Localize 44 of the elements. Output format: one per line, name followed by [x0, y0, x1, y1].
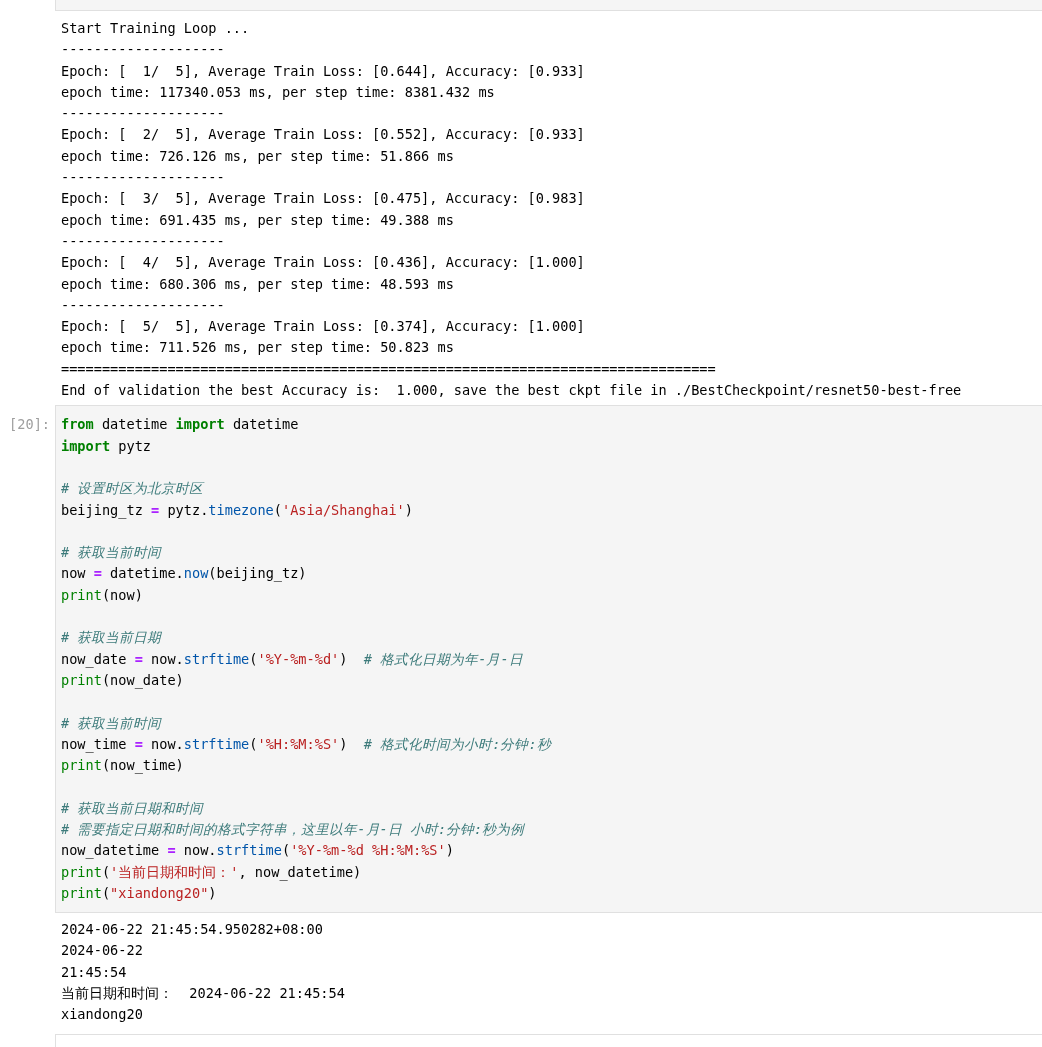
code-line: # 获取当前时间 [61, 543, 163, 563]
output-line: End of validation the best Accuracy is: 1.000, save the best ckpt file in ./BestCheckpoint/resnet50-best-free [61, 381, 963, 401]
output-line: Epoch: [ 2/ 5], Average Train Loss: [0.552], Accuracy: [0.933] [61, 125, 586, 145]
code-line: now_date = now.strftime('%Y-%m-%d') # 格式化日期为年-月-日 [61, 649, 524, 670]
output-line: -------------------- [61, 231, 226, 251]
output-line: 21:45:54 [61, 962, 128, 982]
code-line: import pytz [61, 436, 153, 456]
output-line: epoch time: 726.126 ms, per step time: 51.866 ms [61, 146, 455, 166]
output-line: -------------------- [61, 40, 226, 60]
output-line: epoch time: 711.526 ms, per step time: 50.823 ms [61, 338, 455, 358]
code-line: print(now_time) [61, 756, 185, 776]
code-line: # 获取当前日期和时间 [61, 798, 205, 818]
output-line: Epoch: [ 4/ 5], Average Train Loss: [0.436], Accuracy: [1.000] [61, 253, 586, 273]
output-line: -------------------- [61, 168, 226, 188]
code-line: print(now) [61, 585, 144, 605]
code-line: now_datetime = now.strftime('%Y-%m-%d %H:%M:%S') [61, 841, 455, 861]
output-line: 当前日期和时间： 2024-06-22 21:45:54 [61, 984, 346, 1004]
output-line: -------------------- [61, 295, 226, 315]
code-editor[interactable] [55, 405, 1042, 914]
output-line: 2024-06-22 [61, 941, 144, 961]
output-line: epoch time: 691.435 ms, per step time: 49.388 ms [61, 210, 455, 230]
code-line: # 设置时区为北京时区 [61, 479, 206, 499]
output-line: epoch time: 680.306 ms, per step time: 48.593 ms [61, 274, 455, 294]
code-line: # 获取当前时间 [61, 713, 163, 733]
code-line: beijing_tz = pytz.timezone('Asia/Shanghai') [61, 500, 414, 521]
output-line: -------------------- [61, 104, 226, 124]
execution-count: [20]: [8, 415, 50, 435]
code-line: print("xiandong20") [61, 883, 218, 903]
code-line: now = datetime.now(beijing_tz) [61, 564, 308, 584]
output-line: xiandong20 [61, 1005, 144, 1025]
output-line: Epoch: [ 3/ 5], Average Train Loss: [0.475], Accuracy: [0.983] [61, 189, 586, 209]
code-line: # 获取当前日期 [61, 628, 163, 648]
output-line: ================================================================================ [61, 359, 717, 379]
output-line: Epoch: [ 5/ 5], Average Train Loss: [0.374], Accuracy: [1.000] [61, 317, 586, 337]
output-line: epoch time: 117340.053 ms, per step time: 8381.432 ms [61, 82, 496, 102]
code-line: print(now_date) [61, 670, 185, 691]
code-line: from datetime import datetime [61, 415, 300, 435]
output-line: Epoch: [ 1/ 5], Average Train Loss: [0.644], Accuracy: [0.933] [61, 61, 586, 81]
code-line: now_time = now.strftime('%H:%M:%S') # 格式化时间为小时:分钟:秒 [61, 734, 553, 755]
output-line: Start Training Loop ... [61, 19, 251, 38]
code-line: # 需要指定日期和时间的格式字符串，这里以年-月-日 小时:分钟:秒为例 [61, 820, 526, 839]
cell-input-area[interactable] [55, 0, 1042, 11]
code-line: print('当前日期和时间：', now_datetime) [61, 862, 363, 883]
output-line: 2024-06-22 21:45:54.950282+08:00 [61, 920, 324, 940]
